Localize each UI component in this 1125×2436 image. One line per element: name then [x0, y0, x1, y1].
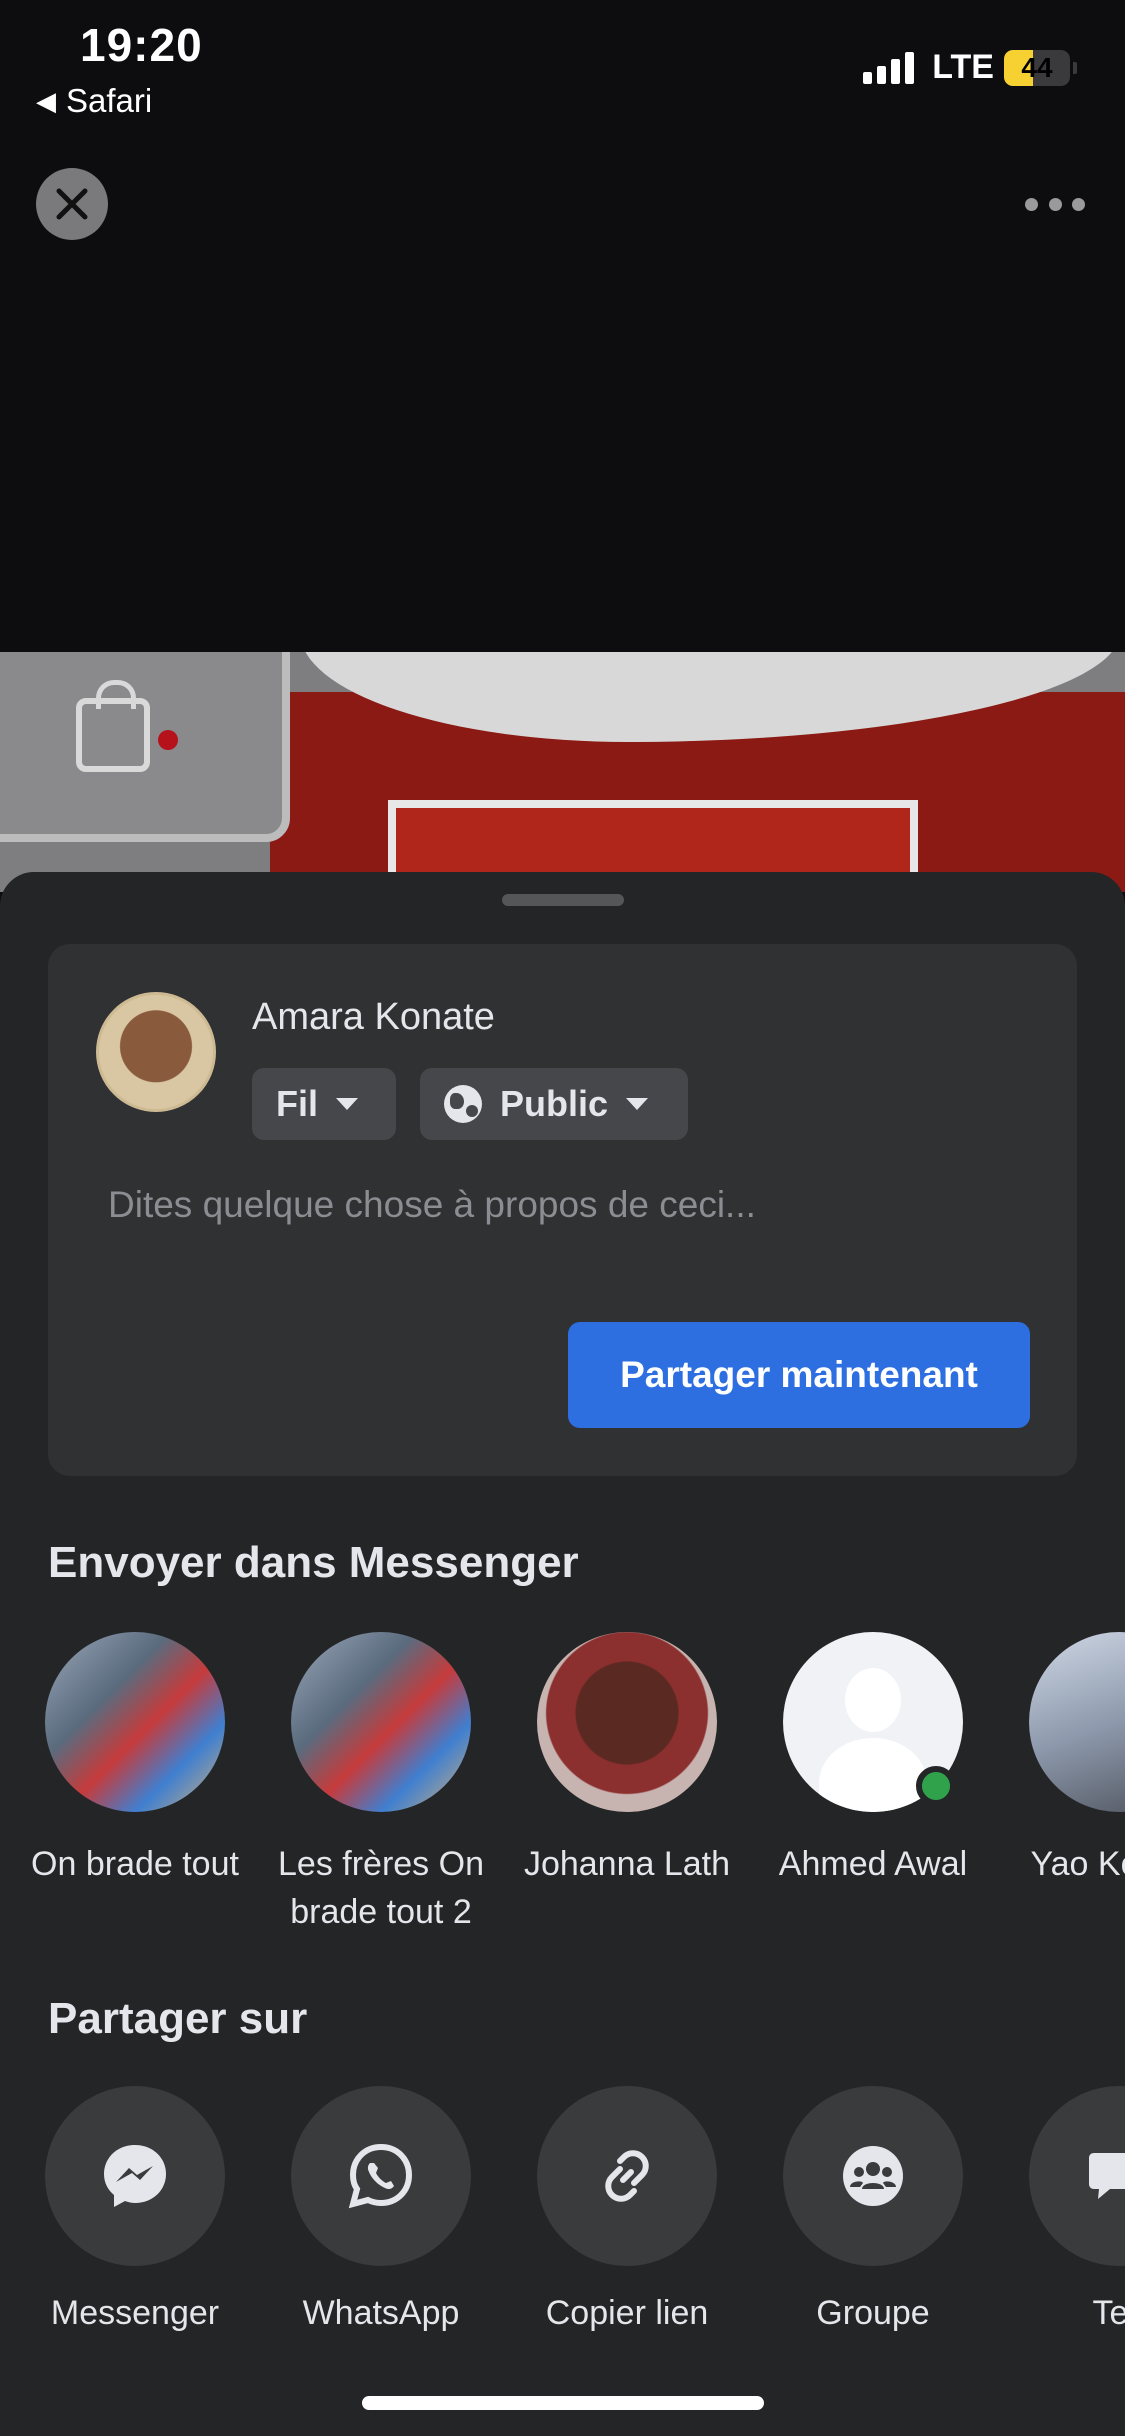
- chevron-down-icon: [626, 1098, 649, 1110]
- share-target-label: Tex: [1092, 2294, 1125, 2332]
- user-avatar: [96, 992, 216, 1112]
- more-options-button[interactable]: [1025, 186, 1085, 222]
- close-button[interactable]: [36, 168, 108, 240]
- contact-avatar: [45, 1632, 225, 1812]
- group-icon: [843, 2146, 903, 2206]
- online-status-indicator: [916, 1766, 956, 1806]
- messenger-section-title: Envoyer dans Messenger: [48, 1538, 579, 1587]
- share-screen: 19:20 ◀ Safari LTE 44 Amara Konate Fil P…: [0, 0, 1125, 2436]
- status-time: 19:20: [80, 19, 203, 71]
- share-target-label: Copier lien: [545, 2294, 709, 2332]
- privacy-label: Public: [500, 1083, 609, 1124]
- messenger-icon: [104, 2145, 166, 2207]
- user-name: Amara Konate: [252, 996, 495, 1038]
- contact-name: On brade tout: [31, 1845, 239, 1883]
- feed-selector-label: Fil: [276, 1083, 318, 1124]
- shopping-bag-icon: [76, 680, 150, 772]
- battery-icon: 44: [1004, 49, 1077, 86]
- link-icon: [605, 2150, 649, 2202]
- share-targets-row: Messenger WhatsApp Copier lien Groupe Te: [0, 2086, 1125, 2406]
- share-target-label: Messenger: [50, 2294, 220, 2332]
- status-indicators: LTE 44: [863, 48, 1077, 87]
- messenger-contacts-row: On brade tout Les frères On brade tout 2…: [0, 1632, 1125, 1952]
- share-whatsapp-button[interactable]: WhatsApp: [258, 2086, 504, 2333]
- more-dot: [1072, 197, 1085, 211]
- share-group-button[interactable]: Groupe: [750, 2086, 996, 2333]
- share-text-message-button[interactable]: Tex: [996, 2086, 1125, 2333]
- network-type: LTE: [932, 48, 994, 86]
- share-now-button[interactable]: Partager maintenant: [568, 1322, 1030, 1428]
- back-arrow-icon: ◀: [36, 85, 56, 116]
- sheet-grabber-handle[interactable]: [502, 894, 624, 906]
- share-composer-card: Amara Konate Fil Public Partager mainten…: [48, 944, 1077, 1476]
- share-target-label: Groupe: [816, 2294, 930, 2332]
- share-on-section-title: Partager sur: [48, 1994, 308, 2043]
- contact-avatar: [537, 1632, 717, 1812]
- contact-name: Les frères On brade tout 2: [278, 1845, 484, 1931]
- shop-logo-image: [0, 652, 290, 842]
- battery-level: 44: [1021, 51, 1053, 83]
- copy-link-button[interactable]: Copier lien: [504, 2086, 750, 2333]
- back-to-safari-link[interactable]: ◀ Safari: [36, 82, 152, 120]
- contact-name: Johanna Lath: [523, 1845, 731, 1883]
- post-image-preview: [0, 652, 1125, 892]
- contact-name: Ahmed Awal: [778, 1845, 968, 1883]
- contact-item[interactable]: On brade tout: [12, 1632, 258, 1888]
- contact-item[interactable]: Yao Ko Kev: [996, 1632, 1125, 1888]
- cellular-signal-icon: [863, 51, 915, 84]
- contact-avatar: [291, 1632, 471, 1812]
- more-dot: [1025, 197, 1038, 211]
- contact-item[interactable]: Ahmed Awal: [750, 1632, 996, 1888]
- contact-name: Yao Ko Kev: [1030, 1845, 1125, 1883]
- contact-avatar: [1029, 1632, 1125, 1812]
- chevron-down-icon: [336, 1098, 358, 1110]
- contact-item[interactable]: Johanna Lath: [504, 1632, 750, 1888]
- home-indicator[interactable]: [362, 2396, 764, 2410]
- contact-item[interactable]: Les frères On brade tout 2: [258, 1632, 504, 1936]
- globe-icon: [444, 1085, 482, 1123]
- close-icon: [56, 188, 88, 220]
- share-target-label: WhatsApp: [302, 2294, 460, 2332]
- more-dot: [1048, 197, 1062, 211]
- share-message-input[interactable]: [108, 1184, 1008, 1226]
- share-sheet: Amara Konate Fil Public Partager mainten…: [0, 872, 1125, 2436]
- share-messenger-button[interactable]: Messenger: [12, 2086, 258, 2333]
- text-message-icon: [1089, 2153, 1125, 2199]
- whatsapp-icon: [348, 2143, 413, 2209]
- back-app-label: Safari: [66, 82, 153, 119]
- privacy-selector-button[interactable]: Public: [420, 1068, 688, 1140]
- feed-selector-button[interactable]: Fil: [252, 1068, 396, 1140]
